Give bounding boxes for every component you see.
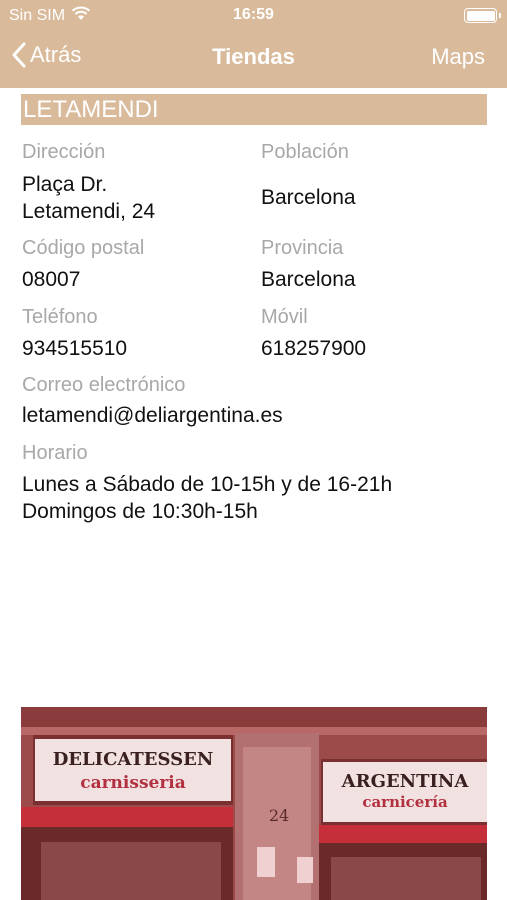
- codigo-postal-label: Código postal: [22, 237, 145, 259]
- movil-value[interactable]: 618257900: [261, 335, 366, 362]
- sign-carnisseria: carnisseria: [80, 773, 186, 793]
- direccion-label: Dirección: [22, 141, 106, 163]
- poblacion-value: Barcelona: [261, 186, 356, 209]
- sign-delicatessen: DELICATESSEN: [53, 749, 214, 770]
- provincia-value: Barcelona: [261, 268, 356, 291]
- horario-line1: Lunes a Sábado de 10-15h y de 16-21h: [22, 473, 393, 496]
- navigation-bar: Sin SIM 16:59 Atrás Tiendas Maps: [0, 0, 507, 88]
- poblacion-label: Población: [261, 141, 349, 163]
- sign-argentina: ARGENTINA: [341, 771, 470, 792]
- correo-value[interactable]: letamendi@deliargentina.es: [22, 402, 283, 429]
- status-bar: Sin SIM 16:59: [0, 0, 507, 30]
- telefono-value[interactable]: 934515510: [22, 335, 127, 362]
- street-number: 24: [269, 806, 289, 825]
- clock: 16:59: [233, 6, 274, 23]
- telefono-label: Teléfono: [22, 306, 98, 328]
- maps-button[interactable]: Maps: [431, 44, 485, 70]
- sign-carniceria: carnicería: [362, 793, 448, 811]
- store-photo: DELICATESSEN carnisseria ARGENTINA carni…: [21, 707, 487, 900]
- direccion-line2: Letamendi, 24: [22, 200, 156, 223]
- provincia-label: Provincia: [261, 237, 344, 259]
- direccion-line1: Plaça Dr.: [22, 173, 108, 196]
- store-name-header: LETAMENDI: [21, 94, 487, 125]
- storefront-illustration: DELICATESSEN carnisseria ARGENTINA carni…: [21, 707, 487, 900]
- codigo-postal-value: 08007: [22, 268, 81, 291]
- correo-label: Correo electrónico: [22, 374, 186, 396]
- horario-line2: Domingos de 10:30h-15h: [22, 500, 258, 523]
- horario-label: Horario: [22, 442, 88, 464]
- movil-label: Móvil: [261, 306, 308, 328]
- battery-icon: [464, 8, 501, 23]
